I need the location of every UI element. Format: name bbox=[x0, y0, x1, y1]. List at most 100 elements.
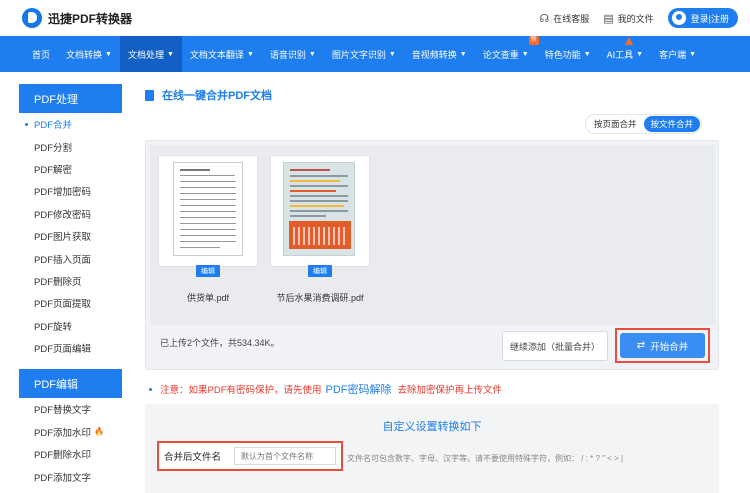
continue-add-button[interactable]: 继续添加（批量合并） bbox=[502, 331, 608, 361]
sidebar-item-pdf-page-edit[interactable]: PDF页面编辑 bbox=[19, 337, 122, 359]
nav-label: 客户端 bbox=[659, 49, 687, 60]
password-notice: 注意：如果PDF有密码保护，请先使用 PDF密码解除 去除加密保护再上传文件 bbox=[149, 381, 502, 397]
edit-file-button[interactable]: 编辑 bbox=[308, 265, 332, 277]
nav-label: 音视频转换 bbox=[411, 49, 457, 60]
nav-item-av-convert[interactable]: 音视频转换 ▼ bbox=[404, 36, 475, 72]
nav-item-ocr[interactable]: 图片文字识别 ▼ bbox=[324, 36, 404, 72]
header-actions: ☊ 在线客服 ▤ 我的文件 登录|注册 bbox=[539, 8, 738, 28]
caret-down-icon: ▼ bbox=[583, 50, 591, 58]
sidebar-item-pdf-merge[interactable]: PDF合并 bbox=[19, 113, 122, 135]
nav-label: 文档转换 bbox=[66, 49, 103, 60]
login-register-button[interactable]: 登录|注册 bbox=[667, 8, 738, 28]
hot-flame-icon: 🔥 bbox=[94, 427, 104, 437]
sidebar-section-pdf-process: PDF处理 bbox=[19, 84, 122, 113]
sidebar-item-pdf-change-password[interactable]: PDF修改密码 bbox=[19, 203, 122, 225]
nav-item-plagiarism[interactable]: 论文查重 ▼ 新 bbox=[475, 36, 539, 72]
document-icon: ▤ bbox=[603, 12, 614, 25]
app-logo-icon[interactable] bbox=[22, 8, 42, 28]
sidebar-item-pdf-extract-images[interactable]: PDF图片获取 bbox=[19, 225, 122, 247]
sidebar-item-pdf-delete-page[interactable]: PDF删除页 bbox=[19, 270, 122, 292]
sidebar-list-pdf-edit: PDF替换文字 PDF添加水印 🔥 PDF删除水印 PDF添加文字 bbox=[19, 398, 122, 488]
nav-item-translate[interactable]: 文档文本翻译 ▼ bbox=[182, 36, 262, 72]
chart-thumbnail bbox=[289, 221, 351, 249]
sidebar-item-pdf-add-password[interactable]: PDF增加密码 bbox=[19, 180, 122, 202]
caret-down-icon: ▼ bbox=[246, 50, 254, 58]
file-thumbnail bbox=[270, 155, 370, 267]
caret-down-icon: ▼ bbox=[521, 50, 529, 58]
main-navbar: 首页 文档转换 ▼ 文档处理 ▼ 文档文本翻译 ▼ 语音识别 ▼ 图片文字识别 ▼ 音视频… bbox=[0, 36, 750, 72]
start-merge-button[interactable]: ⇄ 开始合并 bbox=[620, 333, 705, 358]
nav-label: 首页 bbox=[32, 49, 51, 60]
nav-item-speech[interactable]: 语音识别 ▼ bbox=[262, 36, 324, 72]
page-title: 在线一键合并PDF文档 bbox=[145, 87, 272, 103]
nav-label: 语音识别 bbox=[269, 49, 306, 60]
pdf-decrypt-link[interactable]: PDF密码解除 bbox=[326, 381, 392, 397]
my-files-label: 我的文件 bbox=[617, 13, 654, 24]
nav-item-doc-convert[interactable]: 文档转换 ▼ bbox=[58, 36, 120, 72]
filename-input[interactable] bbox=[234, 447, 336, 465]
user-avatar-icon bbox=[671, 11, 686, 25]
caret-down-icon: ▼ bbox=[689, 50, 697, 58]
merge-mode-toggle: 按页面合并 按文件合并 bbox=[585, 114, 703, 134]
top-header: 迅捷PDF转换器 ☊ 在线客服 ▤ 我的文件 登录|注册 bbox=[0, 0, 750, 36]
settings-title: 自定义设置转换如下 bbox=[382, 421, 482, 433]
edit-file-button[interactable]: 编辑 bbox=[196, 265, 220, 277]
pdf-page-preview bbox=[283, 162, 355, 256]
caret-down-icon: ▼ bbox=[105, 50, 112, 58]
nav-item-doc-process[interactable]: 文档处理 ▼ bbox=[119, 36, 182, 72]
file-name: 节后水果消费调研.pdf bbox=[276, 293, 364, 303]
nav-label: 论文查重 bbox=[482, 49, 519, 60]
headset-icon: ☊ bbox=[539, 12, 550, 25]
customer-service-label: 在线客服 bbox=[553, 13, 590, 24]
nav-label: 图片文字识别 bbox=[331, 49, 386, 60]
caret-down-icon: ▼ bbox=[459, 50, 467, 58]
sidebar-item-pdf-replace-text[interactable]: PDF替换文字 bbox=[19, 398, 122, 420]
nav-label: AI工具 bbox=[606, 49, 634, 60]
sidebar-item-pdf-rotate[interactable]: PDF旋转 bbox=[19, 315, 122, 337]
customer-service-link[interactable]: ☊ 在线客服 bbox=[539, 12, 589, 25]
nav-label: 文档文本翻译 bbox=[189, 49, 244, 60]
file-card[interactable]: 编辑 供货单.pdf bbox=[158, 155, 258, 307]
document-icon bbox=[145, 89, 154, 101]
notice-suffix: 去除加密保护再上传文件 bbox=[397, 385, 503, 396]
page-title-text: 在线一键合并PDF文档 bbox=[162, 90, 272, 102]
upload-status-text: 已上传2个文件，共534.34K。 bbox=[160, 338, 280, 348]
upload-panel: 编辑 供货单.pdf 编辑 节后水果消费调研.pdf 已上传2个文件，共534.… bbox=[145, 140, 719, 370]
swap-icon: ⇄ bbox=[636, 340, 646, 351]
nav-item-home[interactable]: 首页 bbox=[24, 36, 58, 72]
sidebar-item-pdf-decrypt[interactable]: PDF解密 bbox=[19, 158, 122, 180]
caret-down-icon: ▼ bbox=[166, 50, 174, 58]
caret-down-icon: ▼ bbox=[388, 50, 396, 58]
sidebar-item-pdf-split[interactable]: PDF分割 bbox=[19, 135, 122, 157]
caret-down-icon: ▼ bbox=[308, 50, 316, 58]
custom-settings-panel: 自定义设置转换如下 合并后文件名 文件名可包含数字、字母、汉字等。请不要使用特殊… bbox=[145, 404, 719, 493]
nav-item-client[interactable]: 客户端 ▼ bbox=[651, 36, 704, 72]
notice-prefix: 注意：如果PDF有密码保护，请先使用 bbox=[160, 385, 322, 396]
filename-hint: 文件名可包含数字、字母、汉字等。请不要使用特殊字符，例如： / : * ? " … bbox=[347, 454, 624, 463]
merge-by-file-button[interactable]: 按文件合并 bbox=[643, 116, 701, 132]
bullet-icon bbox=[149, 387, 152, 391]
sidebar: PDF处理 PDF合并 PDF分割 PDF解密 PDF增加密码 PDF修改密码 … bbox=[19, 84, 122, 488]
sidebar-item-label: PDF添加水印 bbox=[34, 427, 92, 439]
start-merge-highlight: ⇄ 开始合并 bbox=[615, 328, 710, 363]
nav-item-ai-tools[interactable]: AI工具 ▼ bbox=[599, 36, 651, 72]
file-card[interactable]: 编辑 节后水果消费调研.pdf bbox=[270, 155, 370, 307]
nav-label: 特色功能 bbox=[544, 49, 581, 60]
filename-setting-highlight: 合并后文件名 bbox=[157, 441, 343, 471]
login-register-label: 登录|注册 bbox=[690, 13, 729, 24]
my-files-link[interactable]: ▤ 我的文件 bbox=[603, 12, 653, 25]
app-logo-text[interactable]: 迅捷PDF转换器 bbox=[48, 10, 132, 27]
sidebar-item-pdf-insert-page[interactable]: PDF插入页面 bbox=[19, 247, 122, 269]
sidebar-item-pdf-remove-watermark[interactable]: PDF删除水印 bbox=[19, 443, 122, 465]
merge-by-page-button[interactable]: 按页面合并 bbox=[587, 116, 644, 132]
pdf-page-preview bbox=[173, 162, 243, 256]
sidebar-item-pdf-add-watermark[interactable]: PDF添加水印 🔥 bbox=[19, 421, 122, 443]
sidebar-item-pdf-add-text[interactable]: PDF添加文字 bbox=[19, 465, 122, 487]
nav-label: 文档处理 bbox=[127, 49, 164, 60]
sidebar-section-pdf-edit: PDF编辑 bbox=[19, 369, 122, 399]
hot-flame-icon bbox=[624, 37, 633, 45]
filename-label: 合并后文件名 bbox=[164, 452, 222, 463]
nav-item-features[interactable]: 特色功能 ▼ bbox=[537, 36, 599, 72]
file-list-area[interactable]: 编辑 供货单.pdf 编辑 节后水果消费调研.pdf bbox=[150, 145, 715, 325]
sidebar-item-pdf-extract-page[interactable]: PDF页面提取 bbox=[19, 292, 122, 314]
